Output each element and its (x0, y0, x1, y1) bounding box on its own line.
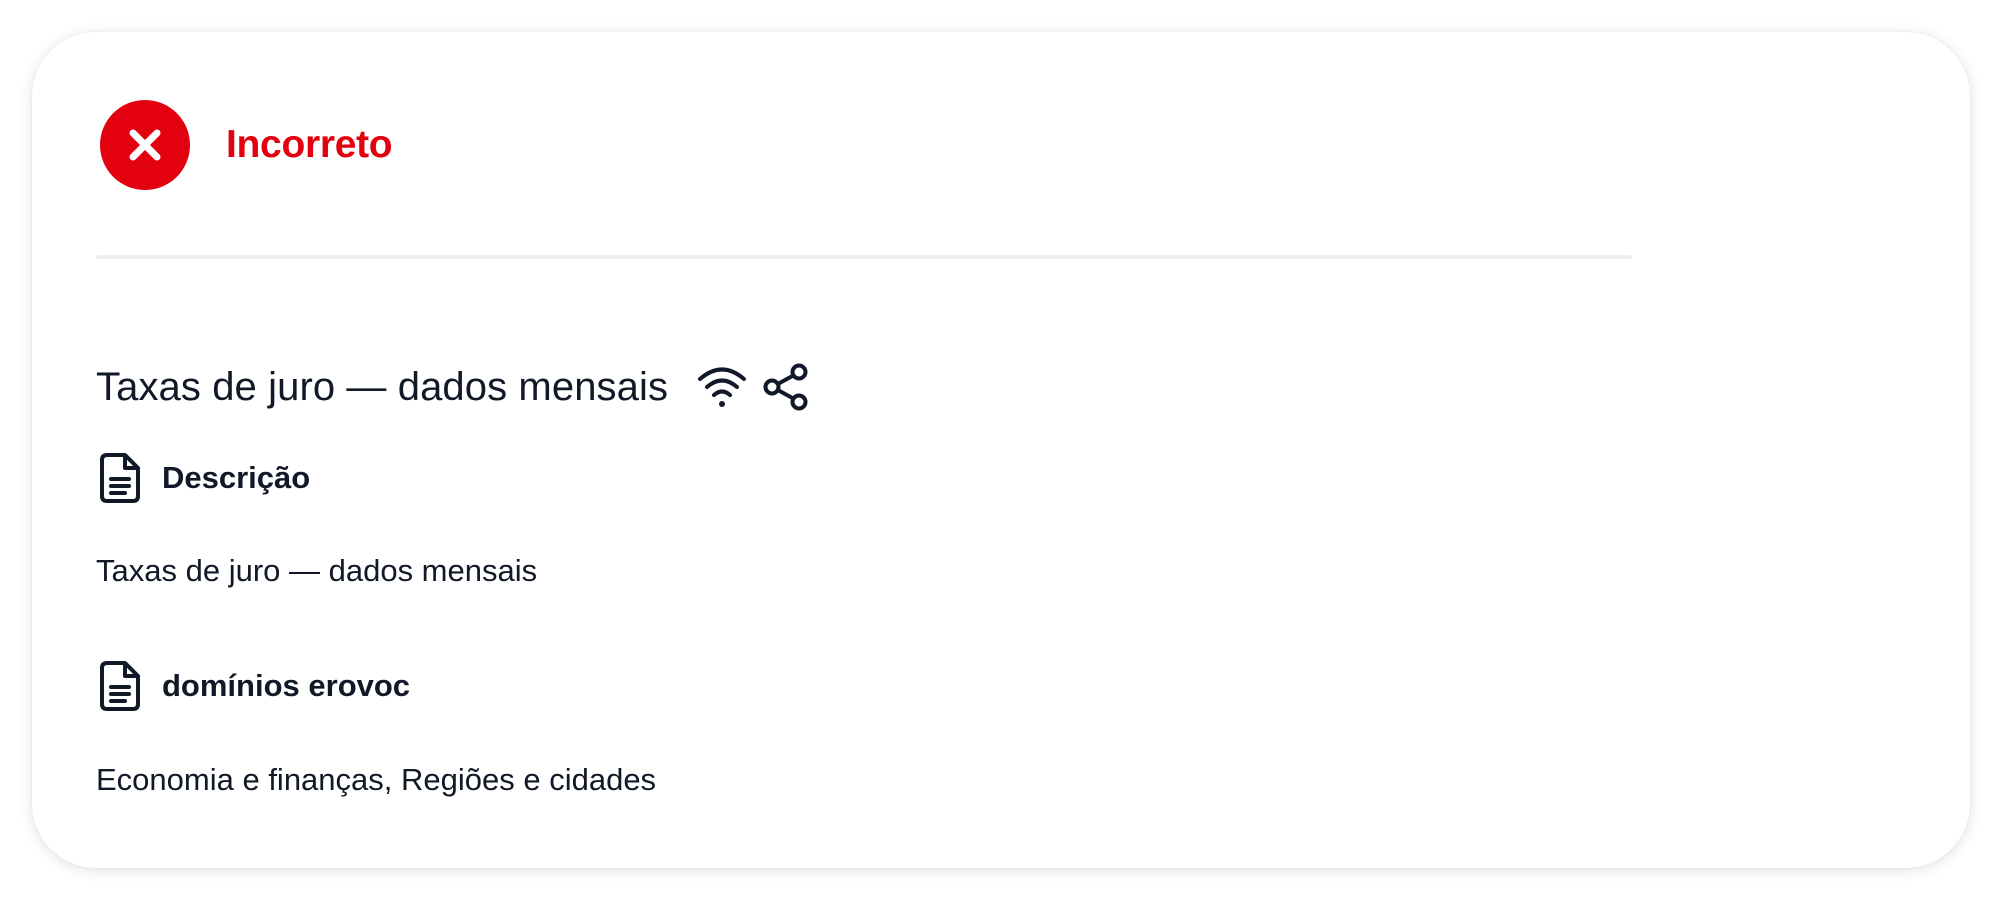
dataset-title: Taxas de juro — dados mensais (96, 364, 669, 409)
section-heading-eurovoc: domínios erovoc (96, 660, 410, 712)
divider (96, 255, 1632, 259)
status-row: Incorreto (100, 100, 393, 190)
rss-icon (698, 367, 747, 407)
result-card: Incorreto Taxas de juro — dados mensais (32, 32, 1970, 868)
section-heading-label: domínios erovoc (162, 668, 411, 703)
section-heading-description: Descrição (96, 452, 310, 504)
section-heading-label: Descrição (162, 460, 311, 495)
document-icon (100, 453, 140, 503)
document-icon (100, 661, 140, 711)
dataset-header: Taxas de juro — dados mensais (96, 354, 814, 420)
share-icon (763, 363, 808, 411)
status-label: Incorreto (226, 123, 393, 166)
section-body-eurovoc: Economia e finanças, Regiões e cidades (96, 762, 657, 797)
share-button[interactable] (758, 359, 814, 415)
x-circle-icon (100, 100, 190, 190)
section-body-description: Taxas de juro — dados mensais (96, 553, 538, 588)
rss-button[interactable] (694, 359, 750, 415)
